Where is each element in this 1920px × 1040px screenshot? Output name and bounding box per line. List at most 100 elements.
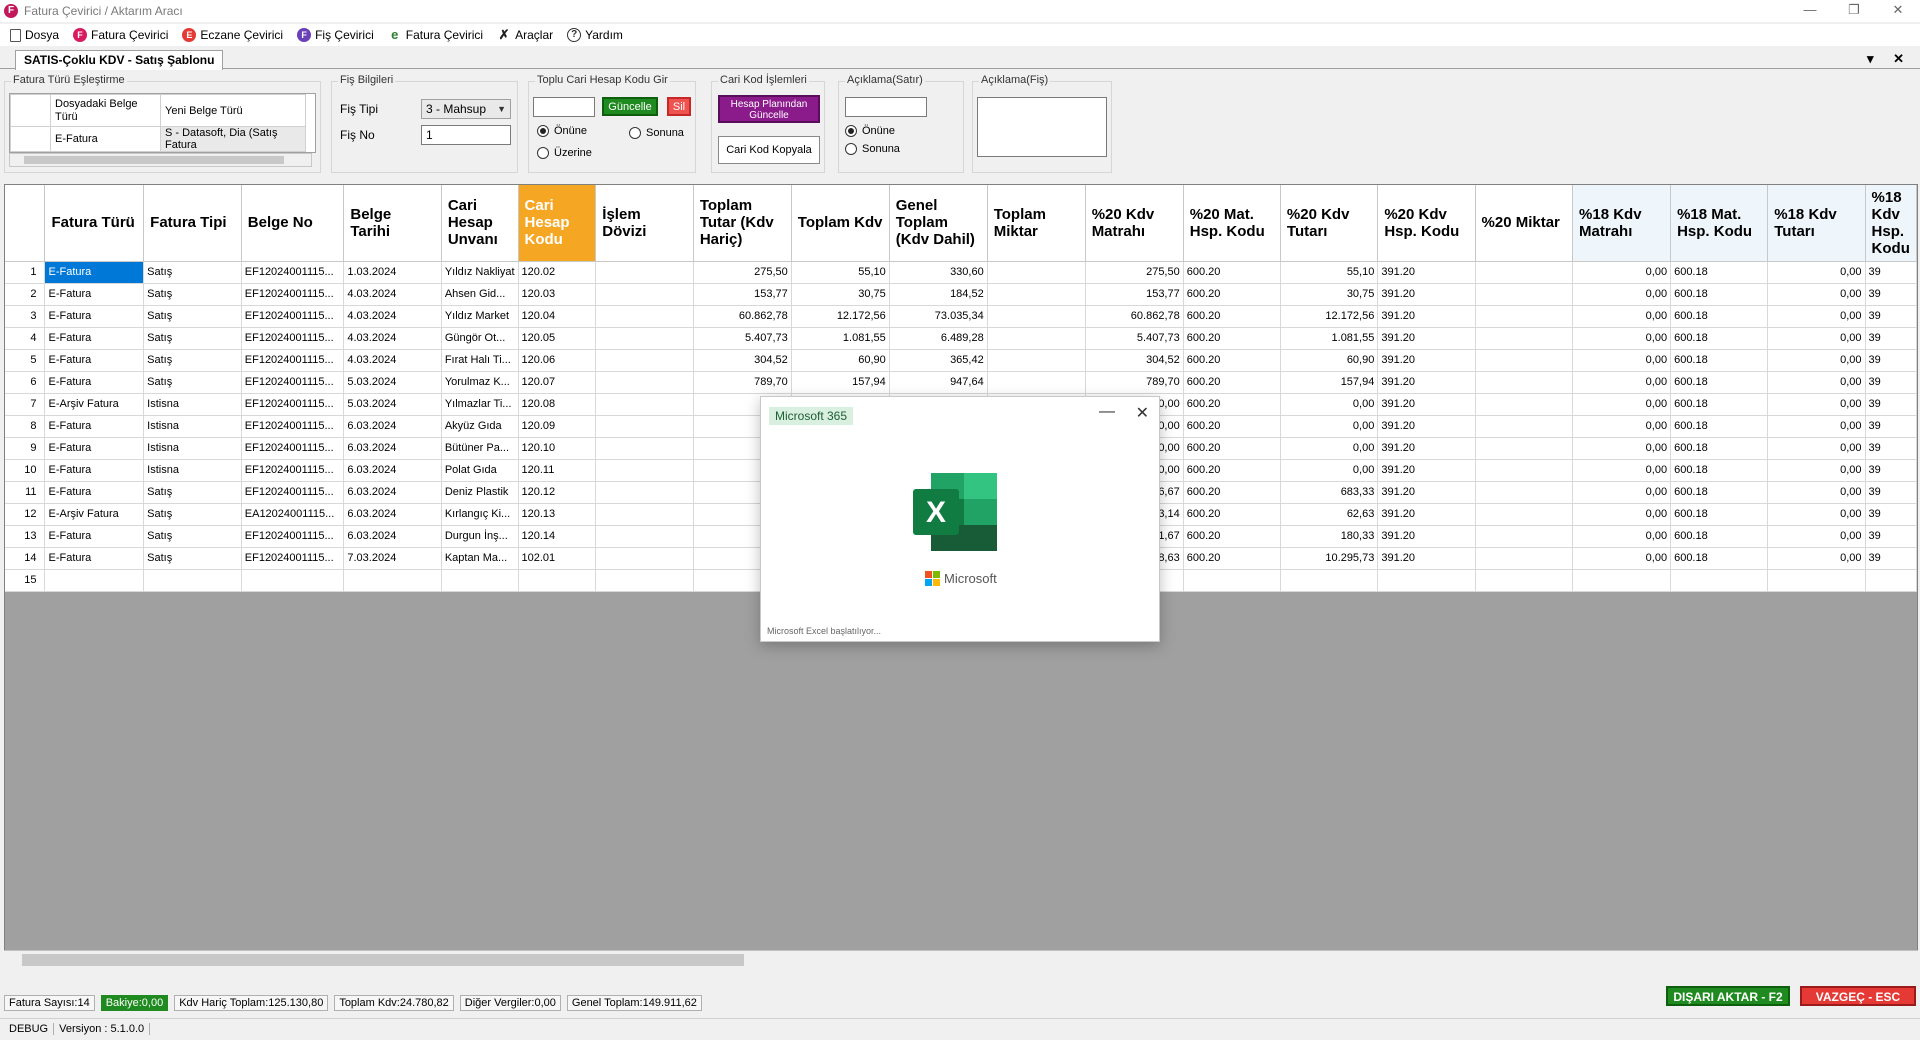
table-cell[interactable]: 10.295,73 [1280, 547, 1379, 570]
table-cell[interactable]: Satış [143, 327, 242, 350]
table-cell[interactable] [441, 569, 519, 592]
table-cell[interactable]: Satış [143, 503, 242, 526]
table-cell[interactable]: Satış [143, 547, 242, 570]
table-cell[interactable]: Istisna [143, 459, 242, 482]
row-header[interactable]: 13 [5, 525, 46, 548]
fis-tipi-select[interactable]: 3 - Mahsup ▼ [421, 99, 511, 119]
table-cell[interactable]: 0,00 [1572, 283, 1672, 306]
table-cell[interactable]: EF12024001115... [241, 547, 345, 570]
row-header[interactable]: 14 [5, 547, 46, 570]
table-cell[interactable]: 39 [1865, 349, 1917, 372]
table-cell[interactable]: 391.20 [1377, 371, 1476, 394]
table-cell[interactable]: 5.03.2024 [343, 371, 442, 394]
table-cell[interactable]: 0,00 [1767, 503, 1866, 526]
table-cell[interactable] [987, 371, 1086, 394]
table-row[interactable]: 3 E-Fatura Satış EF12024001115... 4.03.2024 Y… [5, 305, 1917, 328]
mapping-hscrollbar[interactable] [9, 153, 312, 167]
table-cell[interactable]: E-Fatura [44, 525, 145, 548]
table-cell[interactable]: 55,10 [791, 261, 890, 284]
table-cell[interactable]: Güngör Ot... [441, 327, 519, 350]
table-cell[interactable]: 39 [1865, 371, 1917, 394]
table-cell[interactable]: E-Fatura [44, 459, 145, 482]
table-cell[interactable] [1572, 569, 1672, 592]
header-kdv20-miktar[interactable]: %20 Miktar [1475, 185, 1574, 262]
row-header[interactable]: 11 [5, 481, 46, 504]
table-cell[interactable]: 5.407,73 [693, 327, 792, 350]
table-cell[interactable]: 391.20 [1377, 283, 1476, 306]
table-cell[interactable]: EF12024001115... [241, 261, 345, 284]
table-cell[interactable] [595, 503, 694, 526]
table-cell[interactable]: 0,00 [1572, 547, 1672, 570]
table-cell[interactable]: 600.20 [1183, 349, 1281, 372]
table-cell[interactable]: 7.03.2024 [343, 547, 442, 570]
row-header[interactable]: 15 [5, 569, 46, 592]
table-cell[interactable]: 157,94 [791, 371, 890, 394]
table-cell[interactable]: 30,75 [791, 283, 890, 306]
table-cell[interactable]: 39 [1865, 327, 1917, 350]
table-cell[interactable]: 0,00 [1767, 481, 1866, 504]
table-cell[interactable]: 0,00 [1572, 503, 1672, 526]
table-cell[interactable]: 600.18 [1670, 525, 1769, 548]
row-header[interactable]: 4 [5, 327, 46, 350]
table-cell[interactable] [1475, 503, 1574, 526]
table-cell[interactable]: 600.18 [1670, 437, 1769, 460]
table-cell[interactable]: Istisna [143, 437, 242, 460]
header-fatura-turu[interactable]: Fatura Türü [44, 185, 145, 262]
header-kdv18-matrah[interactable]: %18 Kdv Matrahı [1572, 185, 1672, 262]
header-kdv20-mat-hsp[interactable]: %20 Mat. Hsp. Kodu [1183, 185, 1281, 262]
header-belge-tarihi[interactable]: Belge Tarihi [343, 185, 442, 262]
header-toplam-tutar[interactable]: Toplam Tutar (Kdv Hariç) [693, 185, 792, 262]
table-cell[interactable]: 120.11 [518, 459, 597, 482]
splash-close-button[interactable]: ✕ [1136, 403, 1149, 423]
table-cell[interactable]: 600.20 [1183, 415, 1281, 438]
table-cell[interactable]: E-Fatura [44, 481, 145, 504]
table-cell[interactable] [595, 305, 694, 328]
table-cell[interactable]: 1.03.2024 [343, 261, 442, 284]
table-cell[interactable]: 600.18 [1670, 393, 1769, 416]
cari-kod-kopyala-button[interactable]: Cari Kod Kopyala [718, 136, 820, 164]
table-cell[interactable]: Ahsen Gid... [441, 283, 519, 306]
table-cell[interactable]: 60.862,78 [693, 305, 792, 328]
table-cell[interactable]: 275,50 [1085, 261, 1184, 284]
table-cell[interactable]: 120.13 [518, 503, 597, 526]
table-cell[interactable] [987, 283, 1086, 306]
table-cell[interactable]: 600.20 [1183, 547, 1281, 570]
header-kdv18-tutar[interactable]: %18 Kdv Tutarı [1767, 185, 1866, 262]
header-kdv20-hsp[interactable]: %20 Kdv Hsp. Kodu [1377, 185, 1476, 262]
table-cell[interactable]: Yıldız Market [441, 305, 519, 328]
toplu-onune-radio[interactable]: Önüne [537, 125, 587, 137]
table-cell[interactable]: 600.18 [1670, 371, 1769, 394]
header-toplam-kdv[interactable]: Toplam Kdv [791, 185, 890, 262]
table-cell[interactable]: Yılmazlar Ti... [441, 393, 519, 416]
table-cell[interactable]: 5.407,73 [1085, 327, 1184, 350]
table-cell[interactable]: 391.20 [1377, 525, 1476, 548]
table-cell[interactable]: 39 [1865, 525, 1917, 548]
row-header[interactable]: 8 [5, 415, 46, 438]
table-cell[interactable]: 120.10 [518, 437, 597, 460]
table-cell[interactable]: 180,33 [1280, 525, 1379, 548]
table-cell[interactable] [1475, 371, 1574, 394]
header-islem-dovizi[interactable]: İşlem Dövizi [595, 185, 694, 262]
table-cell[interactable]: Satış [143, 371, 242, 394]
row-header[interactable]: 10 [5, 459, 46, 482]
header-cari-unvan[interactable]: Cari Hesap Unvanı [441, 185, 519, 262]
table-cell[interactable]: 391.20 [1377, 305, 1476, 328]
table-cell[interactable]: 600.18 [1670, 349, 1769, 372]
table-cell[interactable]: 0,00 [1767, 415, 1866, 438]
table-cell[interactable]: E-Fatura [44, 283, 145, 306]
table-cell[interactable] [1670, 569, 1769, 592]
header-genel-toplam[interactable]: Genel Toplam (Kdv Dahil) [889, 185, 988, 262]
table-cell[interactable]: 0,00 [1280, 459, 1379, 482]
menu-e-fatura-cevirici[interactable]: e Fatura Çevirici [388, 28, 483, 43]
table-row[interactable]: 4 E-Fatura Satış EF12024001115... 4.03.2024 G… [5, 327, 1917, 350]
table-cell[interactable]: 6.03.2024 [343, 459, 442, 482]
table-cell[interactable]: 789,70 [693, 371, 792, 394]
menu-araclar[interactable]: ✗ Araçlar [497, 28, 553, 43]
table-cell[interactable]: Durgun İnş... [441, 525, 519, 548]
table-cell[interactable]: 39 [1865, 305, 1917, 328]
table-cell[interactable]: 0,00 [1767, 283, 1866, 306]
table-cell[interactable]: 120.12 [518, 481, 597, 504]
aciklama-fis-input[interactable] [977, 97, 1107, 157]
table-cell[interactable] [595, 481, 694, 504]
table-cell[interactable]: Satış [143, 481, 242, 504]
